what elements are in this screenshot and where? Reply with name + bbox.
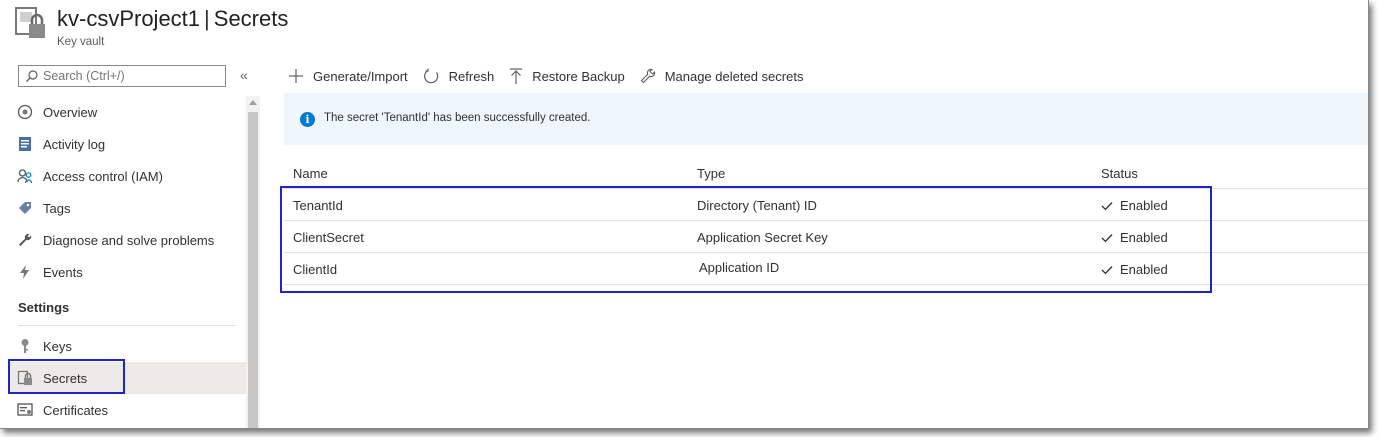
sidebar-item-label: Keys — [43, 338, 72, 354]
scroll-up-arrow-icon[interactable] — [249, 100, 257, 105]
sidebar-item-certificates[interactable]: Certificates — [10, 394, 246, 426]
sidebar-scrollbar[interactable] — [246, 96, 260, 428]
upload-arrow-icon — [510, 67, 523, 84]
sidebar-item-activity-log[interactable]: Activity log — [10, 128, 246, 160]
collapse-sidebar-button[interactable]: « — [240, 67, 248, 83]
sidebar-item-access-control[interactable]: Access control (IAM) — [10, 160, 246, 192]
restore-backup-label: Restore Backup — [532, 68, 625, 84]
search-input[interactable] — [43, 66, 221, 86]
rows-highlight-box — [280, 186, 1212, 293]
sidebar-item-events[interactable]: Events — [10, 256, 246, 288]
sidebar-item-label: Diagnose and solve problems — [43, 232, 215, 248]
scrollbar-thumb[interactable] — [248, 112, 258, 428]
page-title: kv-csvProject1 | Secrets — [57, 6, 288, 32]
sidebar-item-overview[interactable]: Overview — [10, 96, 246, 128]
sidebar-item-label: Access control (IAM) — [43, 168, 163, 184]
activity-log-icon — [19, 137, 31, 151]
refresh-button[interactable]: Refresh — [423, 68, 495, 85]
page-header: kv-csvProject1 | Secrets Key vault — [14, 4, 614, 54]
column-header-status[interactable]: Status — [1101, 166, 1138, 181]
generate-import-label: Generate/Import — [313, 68, 408, 84]
manage-deleted-secrets-label: Manage deleted secrets — [664, 68, 804, 84]
refresh-label: Refresh — [448, 68, 495, 84]
generate-import-button[interactable]: Generate/Import — [288, 68, 408, 84]
access-control-icon — [17, 169, 33, 184]
command-bar: Generate/Import Refresh Restore Backup M… — [288, 66, 818, 86]
plus-icon — [289, 69, 303, 83]
column-header-type[interactable]: Type — [697, 166, 725, 181]
tag-icon — [19, 202, 31, 214]
title-separator: | — [204, 6, 210, 31]
info-icon: i — [300, 112, 315, 127]
table-header: Name Type Status — [284, 158, 1368, 189]
sidebar-item-label: Overview — [43, 104, 98, 120]
key-vault-icon — [15, 7, 45, 38]
sidebar-section-settings: Settings — [10, 288, 246, 326]
secrets-highlight-box — [8, 359, 125, 394]
sidebar-item-tags[interactable]: Tags — [10, 192, 246, 224]
sidebar-item-label: Activity log — [43, 136, 106, 152]
search-icon — [26, 70, 38, 82]
page-name: Secrets — [213, 6, 289, 31]
sidebar-item-label: Tags — [43, 200, 71, 216]
wrench-icon — [640, 68, 655, 84]
overview-icon — [17, 104, 33, 120]
sidebar-item-diagnose[interactable]: Diagnose and solve problems — [10, 224, 246, 256]
manage-deleted-secrets-button[interactable]: Manage deleted secrets — [640, 68, 804, 84]
column-header-name[interactable]: Name — [293, 166, 328, 181]
key-icon — [21, 339, 29, 353]
restore-backup-button[interactable]: Restore Backup — [509, 67, 625, 85]
sidebar-item-keys[interactable]: Keys — [10, 330, 246, 362]
refresh-icon — [423, 68, 438, 83]
resource-type: Key vault — [57, 36, 105, 48]
resource-name: kv-csvProject1 — [57, 6, 201, 31]
certificate-icon — [17, 403, 33, 416]
lightning-icon — [20, 265, 29, 279]
success-notification: i The secret 'TenantId' has been success… — [284, 93, 1368, 145]
sidebar-item-label: Certificates — [43, 402, 109, 418]
window-frame: kv-csvProject1|Secrets Key vault « Overv… — [0, 0, 1369, 429]
sidebar-item-label: Events — [43, 264, 83, 280]
notification-text: The secret 'TenantId' has been successfu… — [324, 112, 591, 124]
search-box[interactable] — [18, 65, 226, 87]
wrench-icon — [19, 233, 32, 246]
